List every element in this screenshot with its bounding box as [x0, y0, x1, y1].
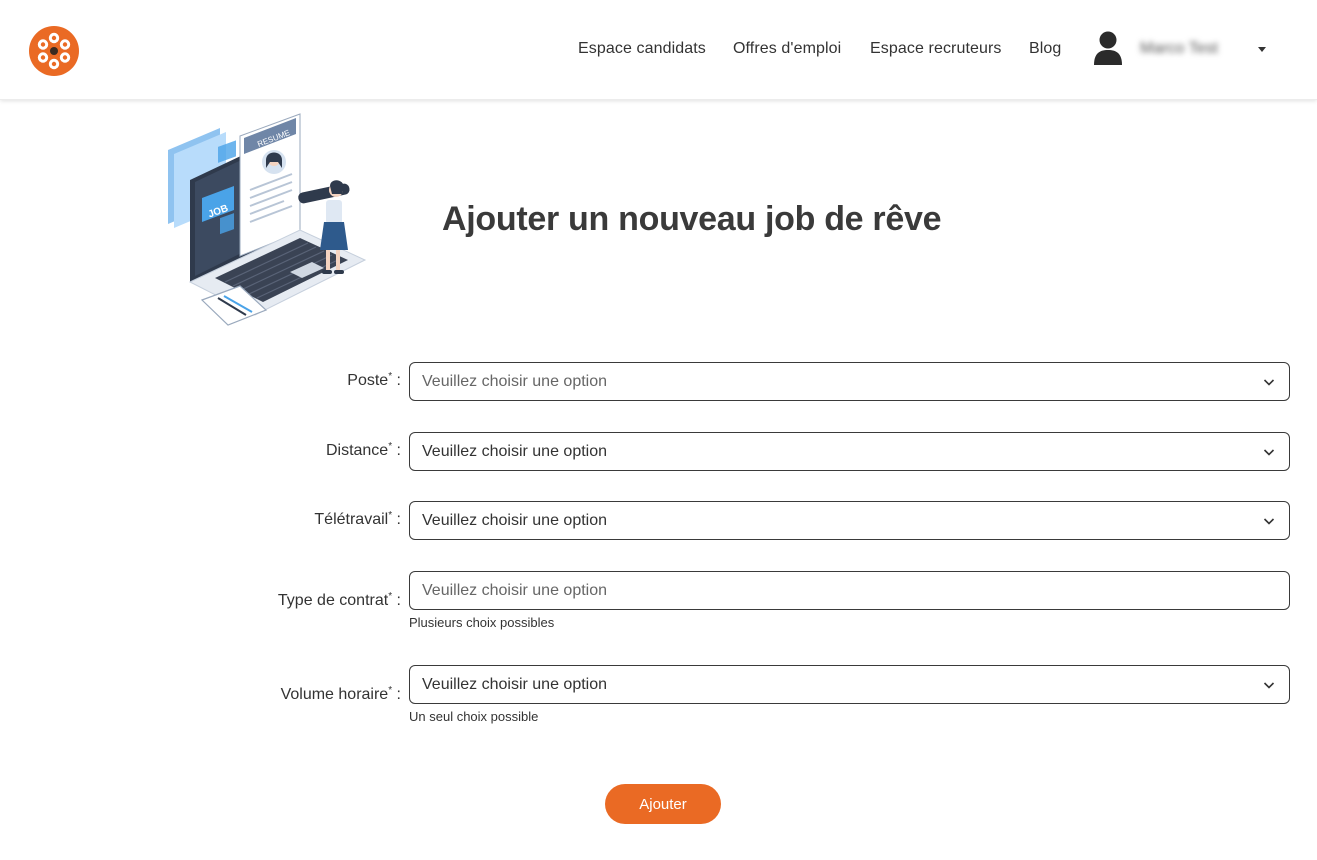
poste-select[interactable]: Veuillez choisir une option	[409, 362, 1290, 401]
distance-select-value: Veuillez choisir une option	[422, 443, 608, 460]
chevron-down-icon	[1263, 449, 1275, 456]
chevron-down-icon	[1263, 682, 1275, 689]
job-search-illustration: RESUME JOB	[168, 113, 367, 326]
chevron-down-icon	[1263, 518, 1275, 525]
nav-link-offres-emploi[interactable]: Offres d'emploi	[733, 40, 841, 58]
nav-link-blog[interactable]: Blog	[1029, 40, 1061, 58]
add-button[interactable]: Ajouter	[605, 784, 721, 824]
nav-link-espace-recruteurs[interactable]: Espace recruteurs	[870, 40, 1002, 58]
volume-horaire-select[interactable]: Veuillez choisir une option	[409, 665, 1290, 704]
teletravail-select-value: Veuillez choisir une option	[422, 512, 608, 529]
nav-link-espace-candidats[interactable]: Espace candidats	[578, 40, 706, 58]
type-contrat-multiselect[interactable]: Veuillez choisir une option	[409, 571, 1290, 610]
poste-select-value: Veuillez choisir une option	[422, 373, 608, 390]
type-contrat-placeholder: Veuillez choisir une option	[422, 582, 608, 599]
volume-horaire-label: Volume horaire* :	[280, 685, 401, 703]
poste-label: Poste* :	[347, 371, 401, 389]
distance-label: Distance* :	[325, 441, 401, 459]
page-title: Ajouter un nouveau job de rêve	[442, 200, 942, 238]
distance-select[interactable]: Veuillez choisir une option	[409, 432, 1290, 471]
user-icon[interactable]	[1093, 31, 1123, 65]
chevron-down-icon	[1263, 379, 1275, 386]
volume-horaire-select-value: Veuillez choisir une option	[422, 676, 608, 693]
teletravail-select[interactable]: Veuillez choisir une option	[409, 501, 1290, 540]
caret-down-icon[interactable]	[1258, 47, 1266, 52]
type-contrat-help: Plusieurs choix possibles	[409, 615, 555, 630]
user-name[interactable]: Marco Test	[1140, 40, 1218, 58]
type-contrat-label: Type de contrat* :	[277, 591, 401, 609]
site-header: Espace candidats Offres d'emploi Espace …	[0, 0, 1317, 100]
teletravail-label: Télétravail* :	[314, 510, 401, 528]
volume-horaire-help: Un seul choix possible	[409, 709, 539, 724]
